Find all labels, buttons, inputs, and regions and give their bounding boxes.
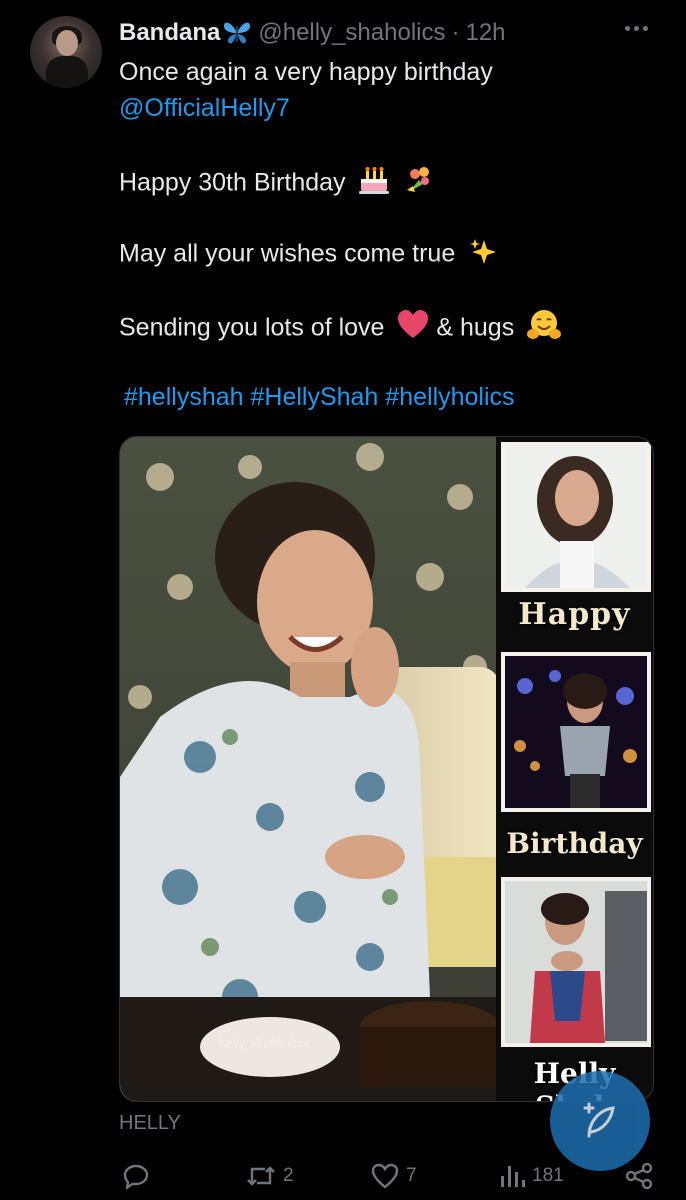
reply-button[interactable] [122,1162,150,1190]
love-text: Sending you lots of love [119,313,385,342]
tweet[interactable]: Bandana @helly_shaholics · 12h Once agai… [0,0,686,1200]
mention-link[interactable]: @OfficialHelly7 [119,92,290,124]
caption-birthday: Birthday [506,827,643,860]
tweet-text-line-3: Happy 30th Birthday [119,164,435,204]
views-button[interactable]: 181 [498,1162,564,1190]
separator-dot: · [451,19,460,46]
like-button[interactable]: 7 [370,1162,417,1190]
retweet-icon [247,1166,275,1186]
tweet-text-line-1: Once again a very happy birthday [119,58,493,86]
tweet-text-line-4: May all your wishes come true [119,236,498,274]
tweet-media-image[interactable]: helly_shahholics Happy Birthday Helly [119,436,654,1102]
tweet-header: Bandana @helly_shaholics · 12h [119,14,506,52]
tweet-actions: 2 7 181 [0,1150,686,1200]
collage-photo-3 [501,877,651,1047]
hashtag-link[interactable]: #hellyholics [385,383,514,411]
views-count: 181 [532,1165,564,1186]
views-icon [501,1166,525,1187]
hashtags: #hellyshah #HellyShah #hellyholics [124,381,515,413]
author-name[interactable]: Bandana [119,19,220,47]
collage-photo-2 [501,652,651,812]
retweet-button[interactable]: 2 [245,1162,294,1190]
bouquet-icon [403,164,435,204]
heart-icon [371,1163,399,1189]
butterfly-emoji-icon [222,20,252,46]
wishes-text: May all your wishes come true [119,239,456,268]
author-handle[interactable]: @helly_shaholics [258,19,445,47]
compose-feather-icon [583,1102,615,1138]
hashtag-link[interactable]: #HellyShah [250,383,378,411]
media-watermark: helly_shahholics [218,1037,310,1050]
retweet-count: 2 [283,1165,294,1186]
caption-happy: Happy [518,597,631,632]
collage-photo-1 [501,442,651,592]
hashtag-link[interactable]: #hellyshah [124,383,244,411]
media-label: HELLY [119,1112,181,1134]
like-count: 7 [406,1165,417,1186]
birthday-cake-icon [358,165,390,203]
avatar[interactable] [30,16,102,88]
collage-column: Happy Birthday Helly [496,437,653,1101]
main-photo [120,437,500,1101]
sparkles-icon [468,236,498,274]
hugs-text: & hugs [436,313,515,342]
share-icon [625,1162,653,1190]
tweet-timestamp[interactable]: 12h [465,19,505,47]
heart-emoji-icon [397,310,429,348]
tweet-text-line-5: Sending you lots of love & hugs [119,308,562,350]
more-horizontal-icon[interactable] [625,26,648,31]
birthday-text: Happy 30th Birthday [119,168,346,197]
hugging-face-icon [527,308,562,350]
share-button[interactable] [624,1162,654,1190]
reply-icon [123,1164,149,1190]
